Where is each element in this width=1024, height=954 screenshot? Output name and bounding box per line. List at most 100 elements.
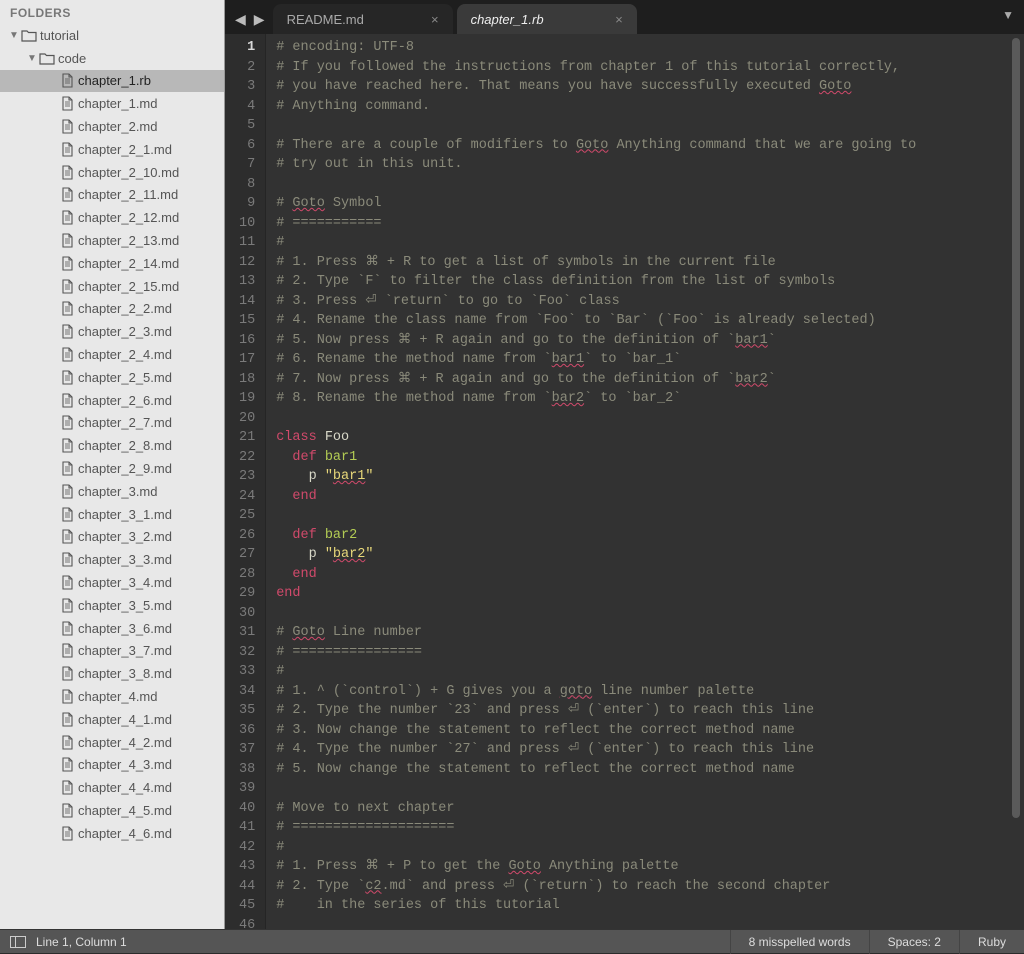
code-line[interactable] bbox=[276, 604, 1024, 624]
code-line[interactable]: # bbox=[276, 838, 1024, 858]
file-row[interactable]: chapter_2_8.md bbox=[0, 434, 224, 457]
nav-back-icon[interactable]: ◀ bbox=[235, 11, 246, 28]
code-line[interactable]: # 1. ^ (`control`) + G gives you a goto … bbox=[276, 682, 1024, 702]
folder-row[interactable]: ▼code bbox=[0, 47, 224, 70]
code-line[interactable]: # There are a couple of modifiers to Got… bbox=[276, 136, 1024, 156]
file-row[interactable]: chapter_2_14.md bbox=[0, 252, 224, 275]
file-row[interactable]: chapter_2_4.md bbox=[0, 343, 224, 366]
code-line[interactable]: # ==================== bbox=[276, 818, 1024, 838]
file-row[interactable]: chapter_4_1.md bbox=[0, 708, 224, 731]
file-row[interactable]: chapter_2_7.md bbox=[0, 412, 224, 435]
code-line[interactable]: # try out in this unit. bbox=[276, 155, 1024, 175]
file-row[interactable]: chapter_3_8.md bbox=[0, 662, 224, 685]
code-line[interactable]: # 7. Now press ⌘ + R again and go to the… bbox=[276, 370, 1024, 390]
file-row[interactable]: chapter_4_6.md bbox=[0, 822, 224, 845]
file-row[interactable]: chapter_2_10.md bbox=[0, 161, 224, 184]
code-line[interactable]: # Goto Symbol bbox=[276, 194, 1024, 214]
file-row[interactable]: chapter_1.md bbox=[0, 92, 224, 115]
tab-close-icon[interactable]: × bbox=[603, 12, 623, 27]
code-line[interactable]: # Anything command. bbox=[276, 97, 1024, 117]
file-row[interactable]: chapter_3.md bbox=[0, 480, 224, 503]
file-row[interactable]: chapter_2_13.md bbox=[0, 229, 224, 252]
code-line[interactable]: end bbox=[276, 565, 1024, 585]
file-row[interactable]: chapter_3_2.md bbox=[0, 526, 224, 549]
file-row[interactable]: chapter_3_7.md bbox=[0, 640, 224, 663]
status-indentation[interactable]: Spaces: 2 bbox=[869, 930, 959, 954]
code-editor[interactable]: 1234567891011121314151617181920212223242… bbox=[225, 34, 1024, 929]
code-line[interactable]: # 3. Press ⏎ `return` to go to `Foo` cla… bbox=[276, 292, 1024, 312]
file-row[interactable]: chapter_2_6.md bbox=[0, 389, 224, 412]
file-row[interactable]: chapter_4_5.md bbox=[0, 799, 224, 822]
disclosure-triangle-icon[interactable]: ▼ bbox=[26, 53, 38, 64]
file-row[interactable]: chapter_3_3.md bbox=[0, 548, 224, 571]
file-row[interactable]: chapter_3_5.md bbox=[0, 594, 224, 617]
file-row[interactable]: chapter_2_12.md bbox=[0, 206, 224, 229]
editor-scrollbar[interactable] bbox=[1010, 38, 1022, 925]
file-row[interactable]: chapter_2_3.md bbox=[0, 320, 224, 343]
code-line[interactable]: # Goto Line number bbox=[276, 623, 1024, 643]
tab[interactable]: README.md× bbox=[273, 4, 453, 34]
code-line[interactable]: p "bar1" bbox=[276, 467, 1024, 487]
code-line[interactable]: # 5. Now change the statement to reflect… bbox=[276, 760, 1024, 780]
code-line[interactable]: # 4. Rename the class name from `Foo` to… bbox=[276, 311, 1024, 331]
code-line[interactable]: def bar2 bbox=[276, 526, 1024, 546]
tab-close-icon[interactable]: × bbox=[419, 12, 439, 27]
code-line[interactable]: end bbox=[276, 487, 1024, 507]
code-line[interactable]: p "bar2" bbox=[276, 545, 1024, 565]
status-spellcheck[interactable]: 8 misspelled words bbox=[730, 930, 869, 954]
code-line[interactable]: # 2. Type the number `23` and press ⏎ (`… bbox=[276, 701, 1024, 721]
editor-scroll-thumb[interactable] bbox=[1012, 38, 1020, 818]
code-line[interactable]: # 2. Type `c2.md` and press ⏎ (`return`)… bbox=[276, 877, 1024, 897]
file-row[interactable]: chapter_3_6.md bbox=[0, 617, 224, 640]
code-line[interactable]: # 1. Press ⌘ + R to get a list of symbol… bbox=[276, 253, 1024, 273]
file-row[interactable]: chapter_2_11.md bbox=[0, 184, 224, 207]
panel-toggle-icon[interactable] bbox=[10, 936, 26, 948]
code-line[interactable]: # 3. Now change the statement to reflect… bbox=[276, 721, 1024, 741]
code-line[interactable] bbox=[276, 116, 1024, 136]
code-line[interactable]: # 5. Now press ⌘ + R again and go to the… bbox=[276, 331, 1024, 351]
file-row[interactable]: chapter_1.rb bbox=[0, 70, 224, 93]
code-line[interactable]: # =========== bbox=[276, 214, 1024, 234]
file-row[interactable]: chapter_4_3.md bbox=[0, 754, 224, 777]
file-row[interactable]: chapter_4_4.md bbox=[0, 776, 224, 799]
nav-forward-icon[interactable]: ▶ bbox=[254, 11, 265, 28]
tab-overflow-icon[interactable]: ▼ bbox=[1002, 8, 1014, 22]
code-line[interactable] bbox=[276, 916, 1024, 930]
code-line[interactable]: # 2. Type `F` to filter the class defini… bbox=[276, 272, 1024, 292]
code-line[interactable]: # If you followed the instructions from … bbox=[276, 58, 1024, 78]
file-row[interactable]: chapter_3_4.md bbox=[0, 571, 224, 594]
file-row[interactable]: chapter_2_1.md bbox=[0, 138, 224, 161]
file-row[interactable]: chapter_2_15.md bbox=[0, 275, 224, 298]
code-line[interactable] bbox=[276, 409, 1024, 429]
folder-tree[interactable]: ▼tutorial▼codechapter_1.rbchapter_1.mdch… bbox=[0, 24, 224, 929]
file-row[interactable]: chapter_2_9.md bbox=[0, 457, 224, 480]
code-line[interactable]: def bar1 bbox=[276, 448, 1024, 468]
code-line[interactable]: # 1. Press ⌘ + P to get the Goto Anythin… bbox=[276, 857, 1024, 877]
file-row[interactable]: chapter_2_2.md bbox=[0, 298, 224, 321]
code-line[interactable]: # Move to next chapter bbox=[276, 799, 1024, 819]
code-line[interactable]: class Foo bbox=[276, 428, 1024, 448]
code-line[interactable]: # 4. Type the number `27` and press ⏎ (`… bbox=[276, 740, 1024, 760]
code-line[interactable]: end bbox=[276, 584, 1024, 604]
tab[interactable]: chapter_1.rb× bbox=[457, 4, 637, 34]
status-syntax[interactable]: Ruby bbox=[959, 930, 1024, 954]
code-line[interactable] bbox=[276, 779, 1024, 799]
code-line[interactable] bbox=[276, 506, 1024, 526]
folder-row[interactable]: ▼tutorial bbox=[0, 24, 224, 47]
file-row[interactable]: chapter_4.md bbox=[0, 685, 224, 708]
code-line[interactable]: # 8. Rename the method name from `bar2` … bbox=[276, 389, 1024, 409]
code-line[interactable]: # bbox=[276, 662, 1024, 682]
code-line[interactable]: # in the series of this tutorial bbox=[276, 896, 1024, 916]
file-row[interactable]: chapter_3_1.md bbox=[0, 503, 224, 526]
code-content[interactable]: # encoding: UTF-8# If you followed the i… bbox=[266, 34, 1024, 929]
code-line[interactable]: # bbox=[276, 233, 1024, 253]
file-row[interactable]: chapter_2_5.md bbox=[0, 366, 224, 389]
code-line[interactable]: # encoding: UTF-8 bbox=[276, 38, 1024, 58]
file-row[interactable]: chapter_2.md bbox=[0, 115, 224, 138]
code-line[interactable]: # ================ bbox=[276, 643, 1024, 663]
code-line[interactable]: # you have reached here. That means you … bbox=[276, 77, 1024, 97]
code-line[interactable] bbox=[276, 175, 1024, 195]
disclosure-triangle-icon[interactable]: ▼ bbox=[8, 30, 20, 41]
code-line[interactable]: # 6. Rename the method name from `bar1` … bbox=[276, 350, 1024, 370]
file-row[interactable]: chapter_4_2.md bbox=[0, 731, 224, 754]
